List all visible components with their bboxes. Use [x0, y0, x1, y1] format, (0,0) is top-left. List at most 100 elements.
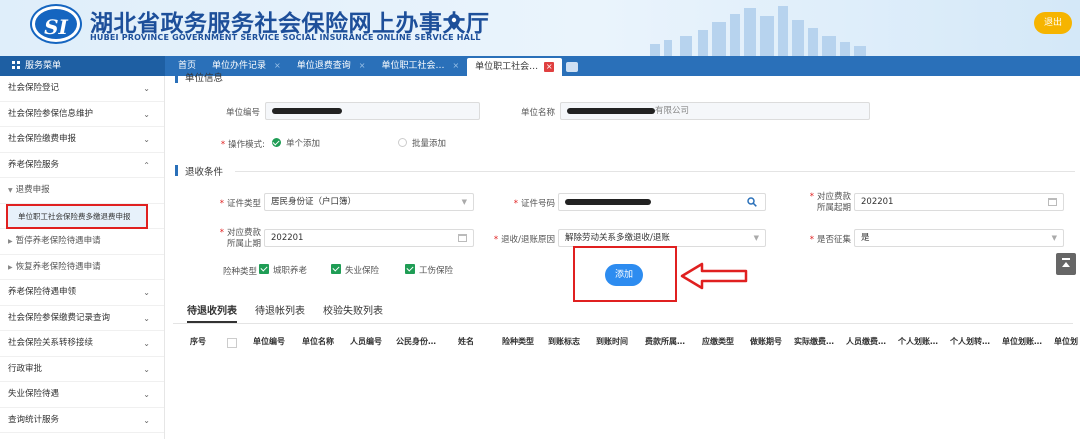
period-start-input[interactable]: 202201: [854, 193, 1064, 211]
triangle-down-icon: ▼: [8, 187, 13, 194]
page-tabs: 首页 单位办件记录 × 单位退费查询 × 单位职工社会… × 单位职工社会… ×: [170, 56, 579, 76]
col-header: 公民身份…: [396, 337, 436, 346]
op-mode-label: * 操作模式:: [220, 140, 265, 150]
close-icon[interactable]: ×: [359, 61, 366, 70]
search-icon[interactable]: [747, 197, 757, 207]
chevron-down-icon: ▼: [753, 234, 759, 242]
col-header: 做账期号: [750, 337, 782, 346]
unit-no-field: [265, 102, 480, 120]
top-nav-bar: 服务菜单 首页 单位办件记录 × 单位退费查询 × 单位职工社会… × 单位职工社会……: [0, 56, 1080, 76]
back-to-top-button[interactable]: [1056, 253, 1076, 275]
col-header: 到账时间: [596, 337, 628, 346]
col-header: 人员缴费…: [846, 337, 886, 346]
sidebar-item-approval[interactable]: 行政审批 ⌄: [0, 357, 164, 382]
period-end-input[interactable]: 202201: [264, 229, 474, 247]
col-header: 序号: [190, 337, 206, 346]
sidebar-item-transfer[interactable]: 社会保险关系转移接续 ⌄: [0, 331, 164, 357]
add-button[interactable]: 添加: [605, 264, 643, 286]
period-start-label: * 对应费款 所属起期: [809, 192, 851, 213]
chevron-down-icon: ⌄: [143, 415, 150, 425]
col-header: 应缴类型: [702, 337, 734, 346]
insurance-unemployment-label: 失业保险: [345, 266, 380, 276]
tab-menu-icon[interactable]: [566, 62, 579, 72]
tab-pending-account[interactable]: 待退帐列表: [255, 303, 305, 323]
op-single-label: 单个添加: [286, 139, 321, 149]
location-pin-icon[interactable]: [448, 14, 460, 30]
chevron-down-icon: ▼: [1051, 234, 1057, 242]
radio-single-add[interactable]: [272, 138, 281, 147]
sidebar-item-registration[interactable]: 社会保险登记 ⌄: [0, 76, 164, 102]
col-header: 单位划账…: [1002, 337, 1042, 346]
calendar-icon: [458, 234, 467, 242]
col-header: 实际缴费…: [794, 337, 834, 346]
checkbox-pension[interactable]: [259, 264, 269, 274]
sidebar-item-overpaid-refund[interactable]: 单位职工社会保险费多缴退费申报: [6, 204, 148, 229]
chevron-down-icon: ⌄: [143, 84, 150, 93]
sidebar-item-info-maintenance[interactable]: 社会保险参保信息维护 ⌄: [0, 102, 164, 127]
tab-validation-failed[interactable]: 校验失败列表: [323, 303, 383, 323]
sidebar-item-statistics[interactable]: 查询统计服务 ⌄: [0, 408, 164, 433]
section-divider: [235, 171, 1075, 172]
insurance-pension-label: 城职养老: [273, 266, 308, 276]
col-header: 个人划账…: [898, 337, 938, 346]
sidebar-item-unemployment[interactable]: 失业保险待遇 ⌄: [0, 382, 164, 408]
tab-employee-social-active[interactable]: 单位职工社会… ×: [467, 58, 563, 76]
insurance-type-label: 险种类型: [222, 267, 257, 277]
sidebar-item-suspend-pension[interactable]: ▶ 暂停养老保险待遇申请: [0, 229, 164, 255]
sidebar-item-record-query[interactable]: 社会保险参保缴费记录查询 ⌄: [0, 306, 164, 331]
sidebar-item-refund-declaration[interactable]: ▼ 退费申报: [0, 178, 164, 204]
section-marker: [175, 72, 178, 83]
sidebar-item-pension-claim[interactable]: 养老保险待遇申领 ⌄: [0, 280, 164, 306]
city-skyline-decoration: [650, 6, 866, 56]
levy-select[interactable]: 是 ▼: [854, 229, 1064, 247]
triangle-right-icon: ▶: [8, 238, 13, 245]
close-icon[interactable]: ×: [274, 61, 281, 70]
chevron-down-icon: ⌄: [143, 313, 150, 323]
logout-button[interactable]: 退出: [1034, 12, 1072, 34]
sidebar-item-pension-service[interactable]: 养老保险服务 ⌃: [0, 153, 164, 178]
main-content: 单位信息 单位编号 单位名称 有限公司 * 操作模式: 单个添加 批量添加 退收条…: [165, 72, 1080, 439]
chevron-down-icon: ⌄: [143, 288, 150, 297]
col-header: 单位编号: [253, 337, 285, 346]
list-tabs: 待退收列表 待退帐列表 校验失败列表: [187, 303, 383, 323]
col-header: 到账标志: [548, 337, 580, 346]
site-subtitle: HUBEI PROVINCE GOVERNMENT SERVICE SOCIAL…: [90, 33, 481, 42]
radio-batch-add[interactable]: [398, 138, 407, 147]
col-header: 单位划: [1054, 337, 1078, 346]
reason-select[interactable]: 解除劳动关系多缴退收/退账 ▼: [558, 229, 766, 247]
section-marker: [175, 165, 178, 176]
col-header: 人员编号: [350, 337, 382, 346]
chevron-down-icon: ⌄: [143, 135, 150, 144]
id-no-input[interactable]: [558, 193, 766, 211]
id-no-label: * 证件号码: [513, 199, 555, 209]
tab-unit-refund-query[interactable]: 单位退费查询 ×: [289, 56, 374, 76]
id-type-select[interactable]: 居民身份证（户口簿） ▼: [264, 193, 474, 211]
levy-label: * 是否征集: [809, 235, 851, 245]
calendar-icon: [1048, 198, 1057, 206]
social-insurance-logo: SI: [32, 6, 80, 42]
close-icon[interactable]: ×: [544, 62, 555, 72]
checkbox-unemployment[interactable]: [331, 264, 341, 274]
refund-conditions-title: 退收条件: [185, 167, 224, 178]
pointer-arrow-icon: [680, 262, 748, 290]
close-icon[interactable]: ×: [452, 61, 459, 70]
checkbox-injury[interactable]: [405, 264, 415, 274]
col-header: 姓名: [458, 337, 474, 346]
id-type-label: * 证件类型: [219, 199, 261, 209]
unit-name-label: 单位名称: [520, 108, 555, 118]
select-all-checkbox[interactable]: [227, 338, 237, 348]
sidebar-item-resume-pension[interactable]: ▶ 恢复养老保险待遇申请: [0, 255, 164, 280]
tab-pending-refund[interactable]: 待退收列表: [187, 303, 237, 323]
chevron-down-icon: ⌄: [143, 364, 150, 374]
insurance-injury-label: 工伤保险: [419, 266, 454, 276]
col-header: 费款所属…: [645, 337, 685, 346]
reason-label: * 退收/退账原因: [493, 235, 555, 245]
service-menu-title: 服务菜单: [0, 56, 165, 76]
grid-menu-icon: [12, 61, 20, 69]
unit-info-title: 单位信息: [185, 73, 224, 84]
col-header: 个人划转…: [950, 337, 990, 346]
op-batch-label: 批量添加: [412, 139, 447, 149]
triangle-right-icon: ▶: [8, 263, 13, 271]
tab-employee-social-1[interactable]: 单位职工社会… ×: [373, 56, 467, 76]
sidebar-item-fee-declaration[interactable]: 社会保险缴费申报 ⌄: [0, 127, 164, 153]
